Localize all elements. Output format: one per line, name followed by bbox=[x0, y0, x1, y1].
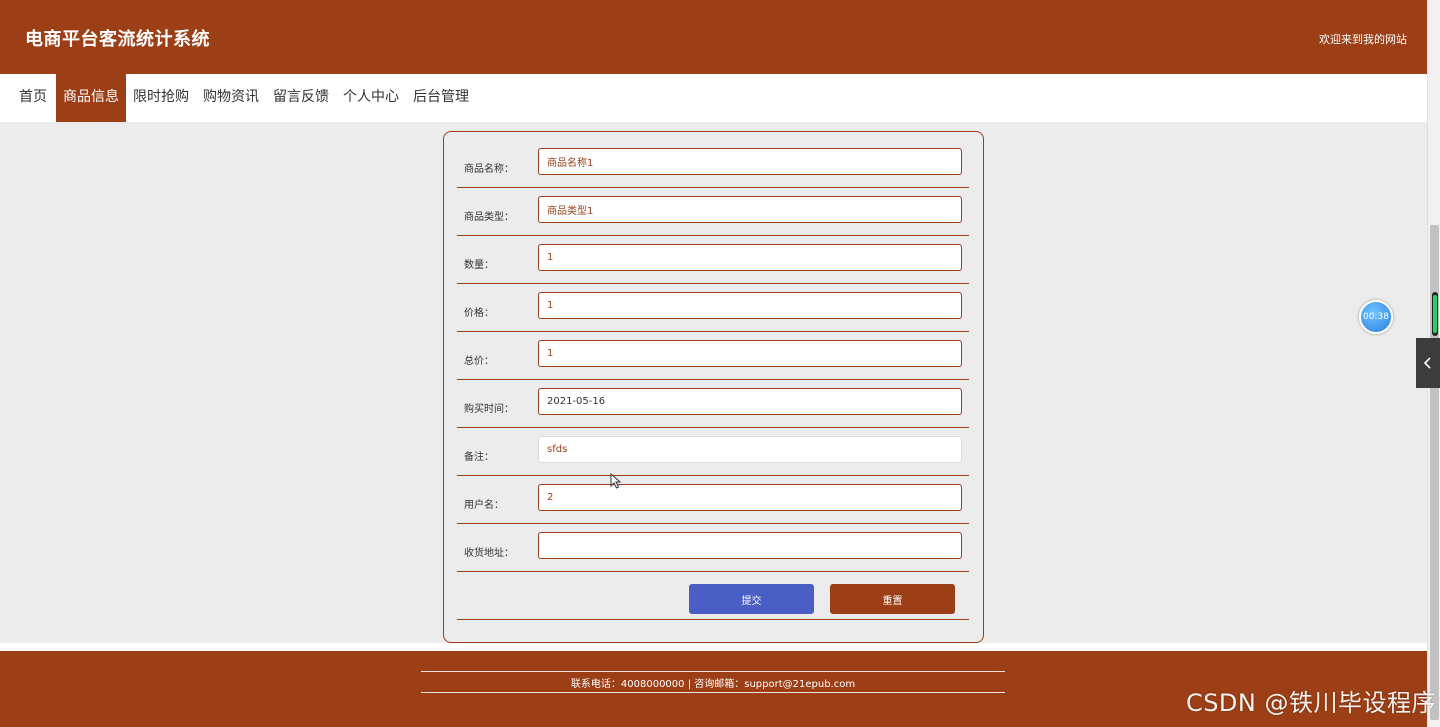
nav-bar: 首页 商品信息 限时抢购 购物资讯 留言反馈 个人中心 后台管理 bbox=[0, 74, 1427, 122]
submit-button[interactable]: 提交 bbox=[689, 584, 814, 614]
form-row-total-price: 总价： bbox=[457, 332, 969, 380]
reset-button[interactable]: 重置 bbox=[830, 584, 955, 614]
username-label: 用户名： bbox=[464, 500, 504, 511]
form-row-price: 价格： bbox=[457, 284, 969, 332]
watermark: CSDN @铁川毕设程序 bbox=[1185, 689, 1436, 717]
page: 电商平台客流统计系统 欢迎来到我的网站 首页 商品信息 限时抢购 购物资讯 留言… bbox=[0, 0, 1427, 727]
footer-top-line bbox=[421, 671, 1005, 672]
nav-item-shopping-news[interactable]: 购物资讯 bbox=[196, 74, 266, 122]
chevron-left-icon bbox=[1423, 357, 1431, 369]
remark-label: 备注： bbox=[464, 452, 494, 463]
purchase-time-label: 购买时间： bbox=[464, 404, 514, 415]
footer-divider bbox=[0, 643, 1427, 651]
quantity-input[interactable] bbox=[538, 244, 962, 271]
timer-badge[interactable]: 00:38 bbox=[1359, 300, 1393, 334]
nav-item-personal-center[interactable]: 个人中心 bbox=[336, 74, 406, 122]
header: 电商平台客流统计系统 欢迎来到我的网站 bbox=[0, 0, 1427, 74]
form-row-username: 用户名： bbox=[457, 476, 969, 524]
product-name-input[interactable] bbox=[538, 148, 962, 175]
product-type-input[interactable] bbox=[538, 196, 962, 223]
form-row-shipping-address: 收货地址： bbox=[457, 524, 969, 572]
product-name-label: 商品名称： bbox=[464, 164, 514, 175]
site-title: 电商平台客流统计系统 bbox=[25, 29, 210, 50]
price-label: 价格： bbox=[464, 308, 494, 319]
form-row-remark: 备注： bbox=[457, 428, 969, 476]
product-type-label: 商品类型： bbox=[464, 212, 514, 223]
nav-item-flash-sale[interactable]: 限时抢购 bbox=[126, 74, 196, 122]
remark-input[interactable] bbox=[538, 436, 962, 463]
total-price-input[interactable] bbox=[538, 340, 962, 367]
welcome-text: 欢迎来到我的网站 bbox=[1319, 33, 1407, 46]
form-row-quantity: 数量： bbox=[457, 236, 969, 284]
form-row-product-type: 商品类型： bbox=[457, 188, 969, 236]
nav-item-admin[interactable]: 后台管理 bbox=[406, 74, 476, 122]
recording-indicator bbox=[1432, 292, 1438, 336]
nav-item-home[interactable]: 首页 bbox=[0, 74, 56, 122]
footer-bottom-line bbox=[421, 692, 1005, 693]
footer-contact: 联系电话：4008000000 | 咨询邮箱：support@21epub.co… bbox=[570, 679, 856, 690]
shipping-address-label: 收货地址： bbox=[464, 548, 514, 559]
total-price-label: 总价： bbox=[464, 356, 494, 367]
nav-item-products[interactable]: 商品信息 bbox=[56, 74, 126, 122]
form-actions: 提交 重置 bbox=[457, 572, 969, 620]
nav-item-feedback[interactable]: 留言反馈 bbox=[266, 74, 336, 122]
price-input[interactable] bbox=[538, 292, 962, 319]
form-row-product-name: 商品名称： bbox=[457, 140, 969, 188]
side-panel-toggle[interactable] bbox=[1416, 338, 1440, 388]
order-form: 商品名称： 商品类型： 数量： 价格： 总价： 购买时间： 备注： 用户名： bbox=[443, 131, 984, 643]
username-input[interactable] bbox=[538, 484, 962, 511]
purchase-time-input[interactable] bbox=[538, 388, 962, 415]
mouse-cursor-icon bbox=[610, 473, 622, 489]
quantity-label: 数量： bbox=[464, 260, 494, 271]
shipping-address-input[interactable] bbox=[538, 532, 962, 559]
form-row-purchase-time: 购买时间： bbox=[457, 380, 969, 428]
